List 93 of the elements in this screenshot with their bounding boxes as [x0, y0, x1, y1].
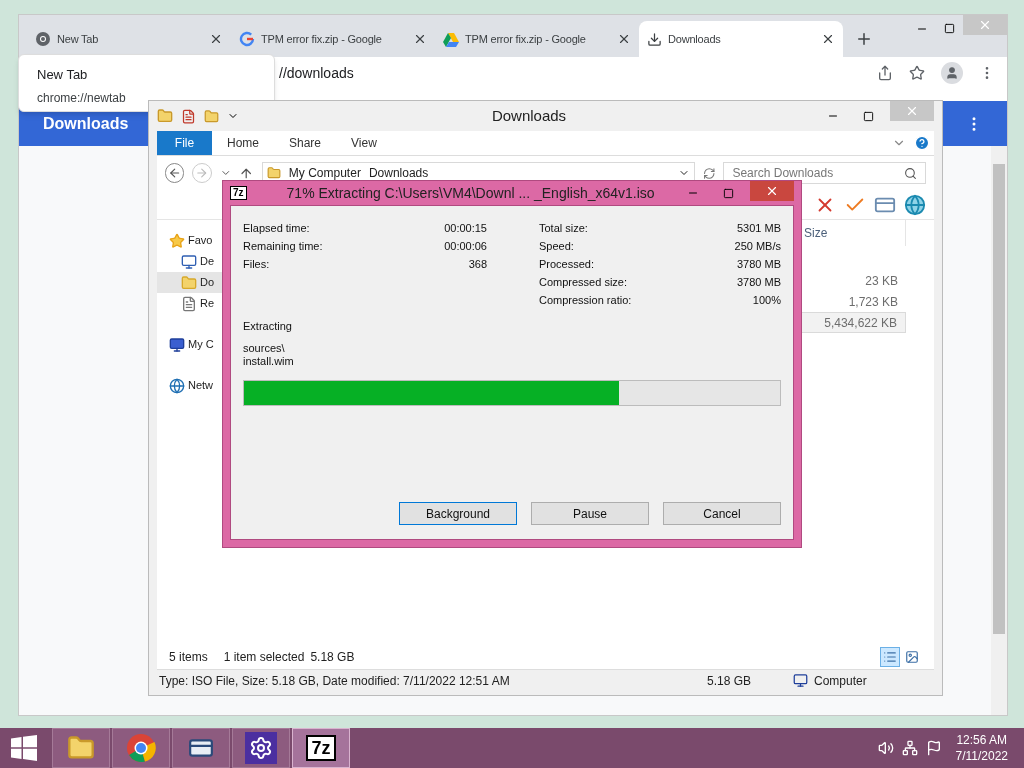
address-field[interactable]: //downloads	[279, 62, 861, 84]
clock-time[interactable]: 12:56 AM	[956, 732, 1008, 748]
taskbar-button[interactable]: 7z	[292, 728, 350, 768]
globe-icon	[169, 377, 185, 394]
maximize-icon[interactable]	[863, 110, 874, 122]
close-icon[interactable]	[413, 32, 427, 46]
folder-icon	[67, 734, 95, 762]
flag-icon[interactable]	[925, 740, 942, 756]
close-icon	[978, 18, 992, 32]
file-menu-button[interactable]: File	[157, 131, 212, 155]
maximize-icon[interactable]	[723, 187, 734, 199]
browser-tab[interactable]: Downloads	[639, 21, 843, 57]
document-icon	[181, 295, 197, 312]
close-icon[interactable]	[209, 32, 223, 46]
close-icon[interactable]	[821, 32, 835, 46]
app-logo: 7z	[306, 735, 336, 761]
chrome-icon	[35, 31, 51, 47]
dialog-button[interactable]: Pause	[531, 502, 649, 525]
tooltip-title: New Tab	[37, 66, 89, 84]
bookmark-star-icon[interactable]	[909, 65, 925, 81]
stat-value: 00:00:06	[444, 239, 487, 254]
help-icon[interactable]	[914, 135, 930, 151]
monitor-icon	[181, 253, 197, 270]
g-logo-icon	[239, 31, 255, 47]
profile-icon[interactable]	[941, 62, 963, 84]
stat-value: 100%	[752, 293, 781, 308]
stat-label: Remaining time:	[243, 239, 323, 254]
file-size: 5.18 GB	[707, 672, 753, 690]
file-path: install.wim	[243, 354, 295, 368]
taskbar-button[interactable]	[232, 728, 290, 768]
stat-label: Compression ratio:	[539, 293, 632, 308]
gear-icon	[245, 732, 277, 764]
refresh-icon[interactable]	[702, 166, 716, 180]
item-count: 5 items	[169, 649, 208, 666]
properties-icon[interactable]	[181, 108, 196, 124]
page-title: Downloads	[43, 113, 129, 134]
windows-logo-icon	[11, 735, 37, 761]
share-icon[interactable]	[877, 65, 893, 81]
triangle-logo-icon	[443, 31, 459, 47]
location-label: Computer	[814, 672, 867, 690]
breadcrumb-item[interactable]: My Computer	[288, 164, 361, 182]
selection-size: 5.18 GB	[310, 649, 355, 666]
close-icon	[765, 184, 779, 198]
close-icon	[905, 104, 919, 118]
close-icon[interactable]	[617, 32, 631, 46]
list-icon	[883, 650, 897, 664]
app-logo: 7z	[230, 186, 247, 200]
stat-label: Files:	[243, 257, 270, 272]
stat-value: 3780 MB	[736, 275, 781, 290]
size-cell-text: 23 KB	[864, 272, 899, 290]
folder-icon[interactable]	[157, 108, 173, 124]
dialog-button[interactable]: Background	[399, 502, 517, 525]
new-folder-icon[interactable]	[204, 108, 219, 124]
search-icon[interactable]	[904, 166, 917, 180]
scrollbar[interactable]	[991, 146, 1007, 715]
stat-value: 368	[468, 257, 487, 272]
stat-value: 3780 MB	[736, 257, 781, 272]
file-path: sources\	[243, 341, 286, 355]
stat-label: Processed:	[539, 257, 595, 272]
view-toggle[interactable]	[880, 647, 900, 667]
dialog-title: 71% Extracting C:\Users\VM4\Downl ... _English_x64v1.iso	[286, 183, 656, 203]
size-cell-text: 1,723 KB	[847, 293, 899, 311]
dialog-button[interactable]: Cancel	[663, 502, 781, 525]
ribbon-tab[interactable]: View	[336, 131, 392, 155]
window-title: Downloads	[490, 105, 568, 126]
ribbon-tab[interactable]: Share	[274, 131, 337, 155]
selection-info: 1 item selected	[223, 649, 305, 666]
globe-icon[interactable]	[904, 193, 926, 216]
stat-label: Elapsed time:	[243, 221, 310, 236]
stat-label: Compressed size:	[539, 275, 628, 290]
star-icon	[169, 232, 185, 249]
file-details: Type: ISO File, Size: 5.18 GB, Date modified: 7/11/2022 12:51 AM	[158, 672, 511, 690]
stat-value: 250 MB/s	[734, 239, 781, 254]
tooltip-url: chrome://newtab	[37, 89, 127, 107]
status-label: Extracting	[243, 319, 293, 334]
computer-icon	[793, 673, 808, 688]
computer-icon	[169, 336, 185, 353]
stat-value: 00:00:15	[444, 221, 487, 236]
clock-date[interactable]: 7/11/2022	[955, 748, 1008, 764]
breadcrumb-item[interactable]: Downloads	[368, 164, 429, 182]
new-tab-icon[interactable]	[855, 30, 873, 48]
maximize-icon[interactable]	[944, 23, 955, 34]
network-icon[interactable]	[901, 740, 918, 756]
taskbar-button[interactable]	[172, 728, 230, 768]
folder-icon	[181, 274, 197, 291]
stat-label: Speed:	[539, 239, 574, 254]
chrome-icon	[126, 733, 156, 763]
folder-icon	[266, 166, 281, 180]
download-icon	[647, 31, 662, 47]
stat-label: Total size:	[539, 221, 588, 236]
ribbon-tab[interactable]: Home	[212, 131, 274, 155]
stat-value: 5301 MB	[736, 221, 781, 236]
image-icon	[905, 650, 919, 664]
